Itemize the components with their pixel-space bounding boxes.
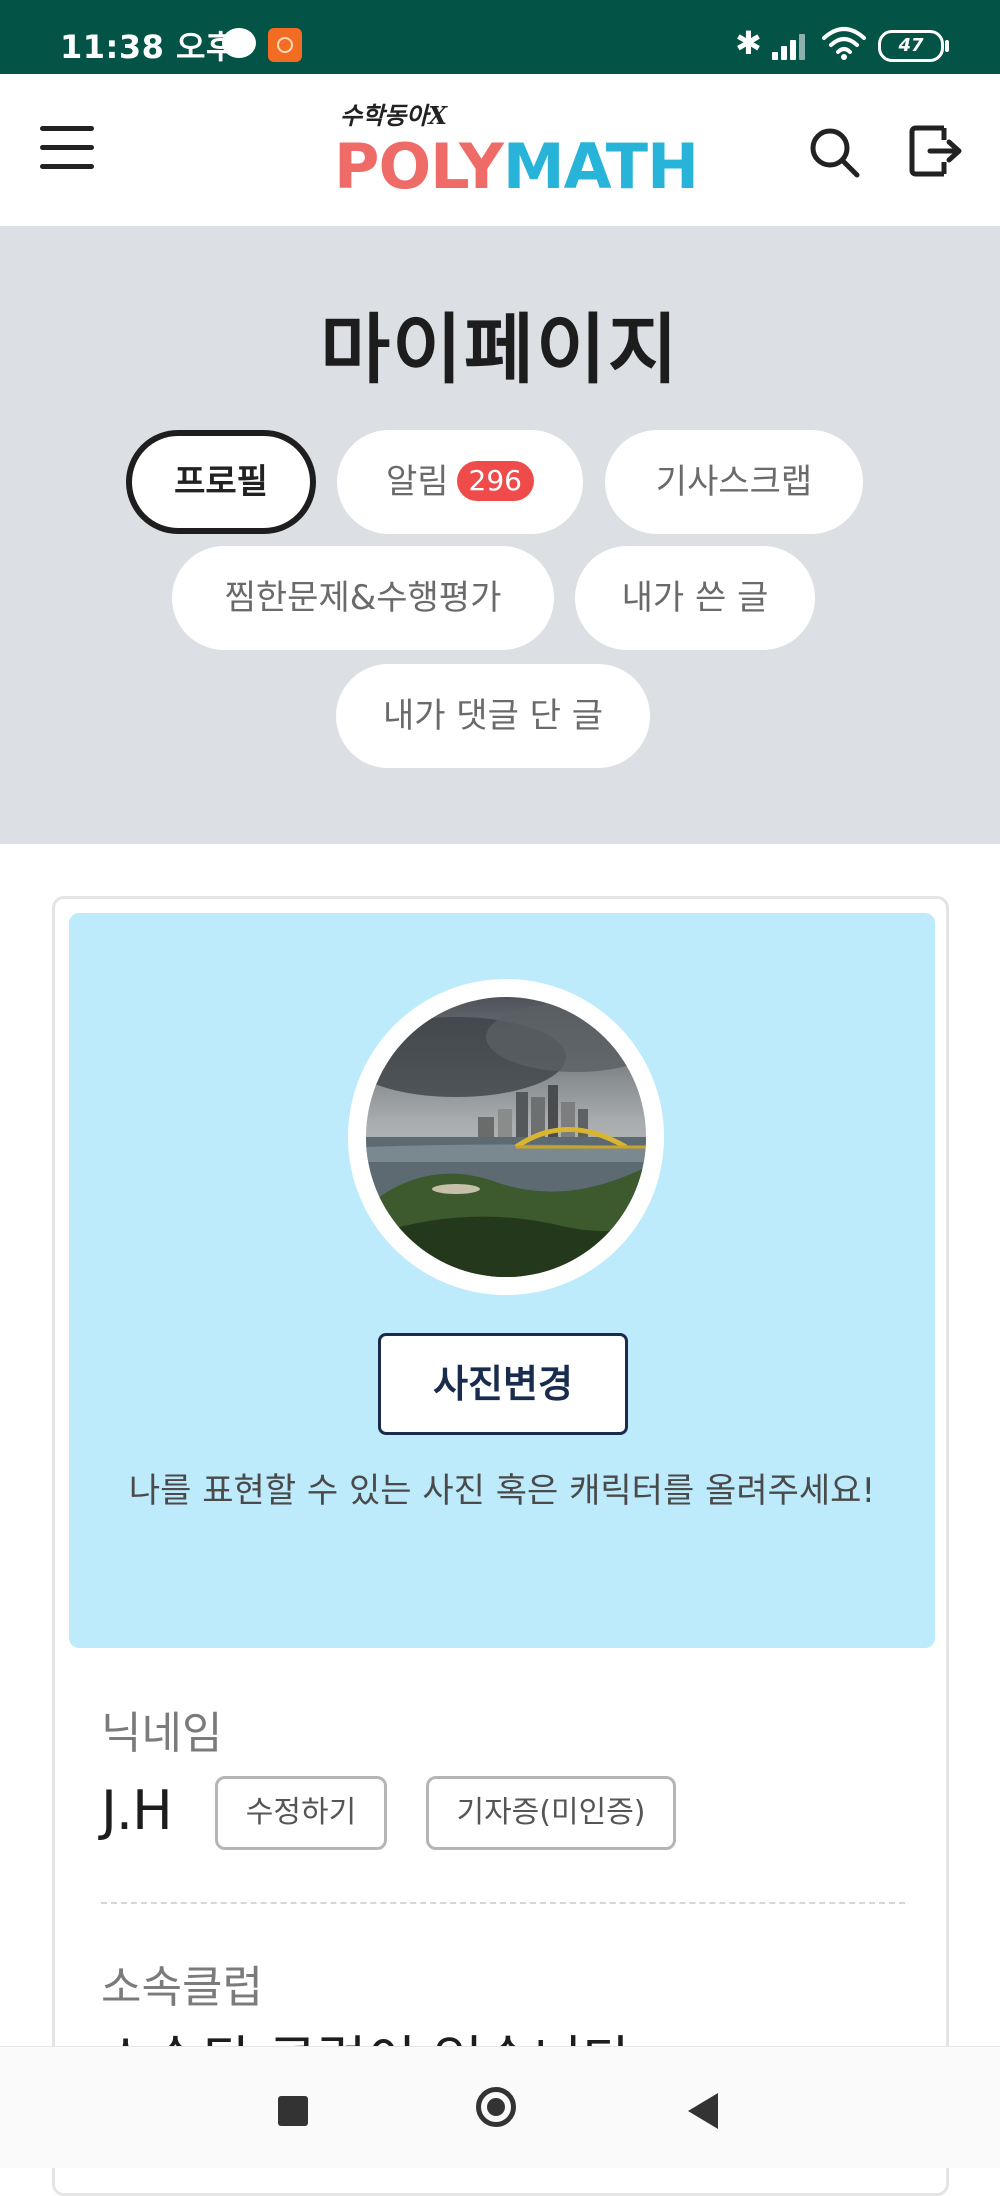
triangle-back-icon[interactable] xyxy=(688,2093,718,2129)
app-header: 수학동아X POLYMATH xyxy=(0,74,1000,226)
logout-icon[interactable] xyxy=(908,122,964,180)
logo-wordmark: POLYMATH xyxy=(334,130,699,203)
section-divider xyxy=(101,1902,905,1904)
hamburger-menu-button[interactable] xyxy=(40,126,94,172)
profile-photo-panel: 사진변경 나를 표현할 수 있는 사진 혹은 캐릭터를 올려주세요! xyxy=(69,913,935,1648)
search-icon[interactable] xyxy=(806,124,862,180)
tab-my-comments[interactable]: 내가 댓글 단 글 xyxy=(336,664,650,768)
nickname-label: 닉네임 xyxy=(101,1708,223,1759)
profile-avatar xyxy=(348,979,664,1295)
page-title: 마이페이지 xyxy=(320,305,680,394)
logo-subtitle: 수학동아X xyxy=(340,101,447,130)
polymath-logo[interactable]: 수학동아X POLYMATH xyxy=(334,96,699,204)
wifi-icon xyxy=(822,27,866,60)
change-photo-button[interactable]: 사진변경 xyxy=(378,1333,628,1435)
app-notification-icon xyxy=(268,28,302,62)
photo-upload-hint: 나를 표현할 수 있는 사진 혹은 캐릭터를 올려주세요! xyxy=(128,1471,876,1511)
nickname-value: J.H xyxy=(101,1779,173,1842)
club-label: 소속클럽 xyxy=(101,1962,263,2013)
signal-icon xyxy=(772,28,814,60)
status-bar: 11:38 오후 ✱ 47 xyxy=(0,0,1000,74)
square-icon[interactable] xyxy=(278,2096,308,2126)
edit-nickname-button[interactable]: 수정하기 xyxy=(215,1776,387,1850)
tab-notifications[interactable]: 알림 296 xyxy=(337,430,583,534)
bluetooth-icon: ✱ xyxy=(735,24,762,62)
tab-saved-problems[interactable]: 찜한문제&수행평가 xyxy=(172,546,554,650)
hamburger-icon xyxy=(40,126,94,131)
system-navigation-bar xyxy=(0,2046,1000,2168)
tab-profile[interactable]: 프로필 xyxy=(126,430,316,534)
battery-icon: 47 xyxy=(878,30,949,62)
profile-card: 사진변경 나를 표현할 수 있는 사진 혹은 캐릭터를 올려주세요! 닉네임 J… xyxy=(52,896,949,2196)
avatar-cityscape-image xyxy=(366,997,646,1277)
chat-notification-icon xyxy=(222,28,256,58)
tab-my-posts[interactable]: 내가 쓴 글 xyxy=(575,546,815,650)
press-card-button[interactable]: 기자증(미인증) xyxy=(426,1776,676,1850)
circle-home-icon[interactable] xyxy=(476,2087,516,2127)
tab-article-scrap[interactable]: 기사스크랩 xyxy=(605,430,863,534)
status-time: 11:38 오후 xyxy=(60,28,236,66)
mypage-header-section: 마이페이지 프로필 알림 296 기사스크랩 찜한문제&수행평가 내가 쓴 글 내… xyxy=(0,226,1000,844)
notification-count-badge: 296 xyxy=(456,460,534,501)
